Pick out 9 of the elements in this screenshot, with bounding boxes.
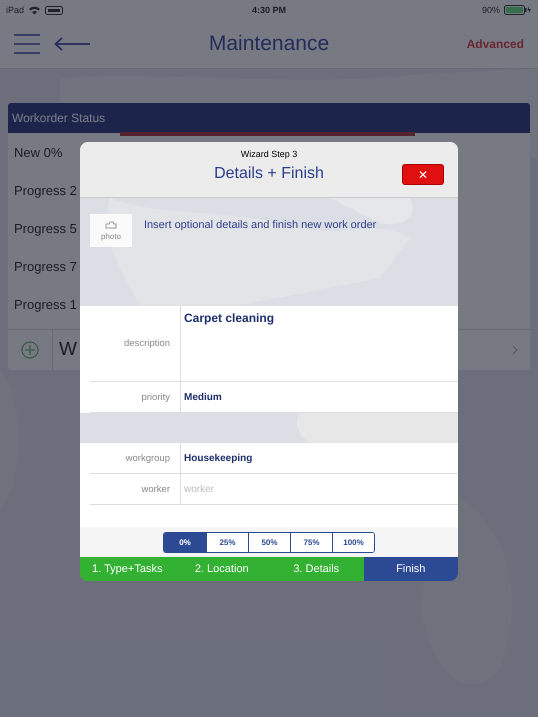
back-button[interactable] (54, 37, 90, 51)
menu-button[interactable] (14, 34, 40, 54)
clock-time: 4:30 PM (252, 5, 286, 15)
advanced-button[interactable]: Advanced (466, 37, 524, 51)
battery-icon (504, 5, 532, 15)
battery-percent: 90% (482, 5, 500, 15)
device-name: iPad (6, 5, 24, 15)
wifi-icon (28, 5, 42, 15)
page-title: Maintenance (208, 32, 330, 56)
